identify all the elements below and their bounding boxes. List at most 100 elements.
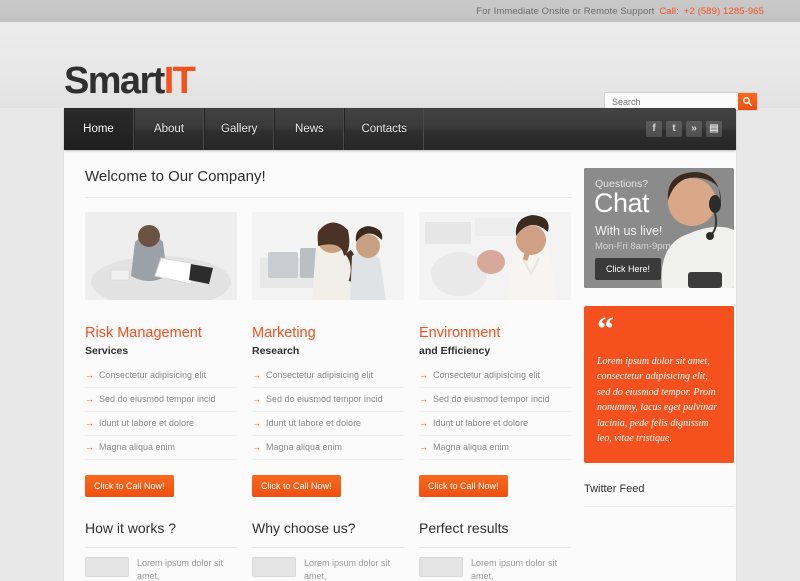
support-phone-number[interactable]: +2 (589) 1285-965 <box>684 6 764 17</box>
content-panel: Welcome to Our Company! Risk Management … <box>64 150 736 581</box>
twitter-feed-divider <box>584 505 734 507</box>
list-item: → Magna aliqua enim <box>85 442 237 460</box>
list-item-label: Magna aliqua enim <box>266 441 343 452</box>
bottom-section-title: How it works ? <box>85 519 177 536</box>
logo-accent-text: IT <box>163 60 196 102</box>
page-title: Welcome to Our Company! <box>85 168 266 185</box>
list-item: → Magna aliqua enim <box>252 442 404 460</box>
list-item-label: Sed do eiusmod tempor incid <box>266 393 383 404</box>
click-to-call-button[interactable]: Click to Call Now! <box>85 474 174 497</box>
service-subtitle: and Efficiency <box>419 344 491 357</box>
twitter-icon[interactable]: t <box>666 121 682 137</box>
rss-icon[interactable]: » <box>686 121 702 137</box>
quote-icon: “ <box>597 311 614 348</box>
arrow-icon: → <box>419 393 428 404</box>
service-title: Marketing <box>252 325 316 341</box>
list-item: → Idunt ut labore et dolore <box>419 418 571 436</box>
list-item: → Consectetur adipisicing elit <box>419 370 571 388</box>
arrow-icon: → <box>252 393 261 404</box>
bottom-section-title: Perfect results <box>419 519 509 536</box>
list-item-label: Sed do eiusmod tempor incid <box>99 393 216 404</box>
click-to-call-button[interactable]: Click to Call Now! <box>252 474 341 497</box>
service-image-risk-management <box>85 212 237 300</box>
main-content: Welcome to Our Company! Risk Management … <box>64 150 572 581</box>
site-header: SmartIT <box>0 22 800 111</box>
title-divider <box>85 197 572 198</box>
service-column-risk-management: Risk Management Services → Consectetur ad… <box>85 212 237 581</box>
service-image-environment <box>419 212 571 300</box>
nav-item-home[interactable]: Home <box>64 108 134 150</box>
nav-label: Home <box>83 123 114 135</box>
service-list: → Consectetur adipisicing elit → Sed do ei… <box>419 370 571 460</box>
arrow-icon: → <box>252 369 261 380</box>
bottom-section-text: Lorem ipsum dolor sit amet, <box>304 557 391 581</box>
bottom-section-row: Lorem ipsum dolor sit amet, <box>419 556 571 581</box>
arrow-icon: → <box>252 417 261 428</box>
nav-item-contacts[interactable]: Contacts <box>344 108 424 150</box>
bottom-section-row: Lorem ipsum dolor sit amet, <box>252 556 404 581</box>
list-item: → Idunt ut labore et dolore <box>85 418 237 436</box>
facebook-icon[interactable]: f <box>646 121 662 137</box>
chat-headline: Chat <box>594 188 650 218</box>
nav-item-about[interactable]: About <box>134 108 204 150</box>
service-title: Environment <box>419 325 501 341</box>
service-column-marketing: Marketing Research → Consectetur adipisic… <box>252 212 404 581</box>
search-icon <box>743 97 753 107</box>
digg-glyph: ▤ <box>709 123 719 134</box>
chat-click-here-button[interactable]: Click Here! <box>595 258 662 280</box>
bottom-divider <box>85 546 237 548</box>
list-item: → Idunt ut labore et dolore <box>252 418 404 436</box>
chat-hours: Mon-Fri 8am-9pm <box>595 241 671 252</box>
list-item: → Sed do eiusmod tempor incid <box>419 394 571 412</box>
service-title: Risk Management <box>85 325 202 341</box>
service-list: → Consectetur adipisicing elit → Sed do ei… <box>252 370 404 460</box>
arrow-icon: → <box>419 417 428 428</box>
list-item: → Sed do eiusmod tempor incid <box>85 394 237 412</box>
twitter-feed-title: Twitter Feed <box>584 482 645 495</box>
list-item-label: Idunt ut labore et dolore <box>266 417 362 428</box>
nav-item-news[interactable]: News <box>274 108 345 150</box>
service-subtitle: Services <box>85 344 129 357</box>
call-label: Call: <box>659 5 679 17</box>
service-image-marketing <box>252 212 404 300</box>
list-item-label: Idunt ut labore et dolore <box>433 417 529 428</box>
top-support-bar: For Immediate Onsite or Remote Support C… <box>0 0 800 22</box>
arrow-icon: → <box>85 393 94 404</box>
arrow-icon: → <box>85 441 94 452</box>
chat-widget[interactable]: Questions? Chat With us live! Mon-Fri 8a… <box>584 168 734 288</box>
click-to-call-button[interactable]: Click to Call Now! <box>419 474 508 497</box>
nav-label: News <box>295 123 324 135</box>
bottom-section-text: Lorem ipsum dolor sit amet, <box>137 557 224 581</box>
rss-glyph: » <box>691 123 697 134</box>
list-item-label: Consectetur adipisicing elit <box>433 369 541 380</box>
bottom-divider <box>419 546 571 548</box>
support-text: For Immediate Onsite or Remote Support <box>476 5 655 17</box>
list-item: → Sed do eiusmod tempor incid <box>252 394 404 412</box>
list-item: → Magna aliqua enim <box>419 442 571 460</box>
bottom-section-text: Lorem ipsum dolor sit amet, <box>471 557 558 581</box>
main-navigation: Home About Gallery News Contacts f t » ▤ <box>64 108 736 150</box>
logo-primary-text: Smart <box>64 60 165 102</box>
list-item: → Consectetur adipisicing elit <box>85 370 237 388</box>
bottom-thumbnail <box>85 556 129 577</box>
digg-icon[interactable]: ▤ <box>706 121 722 137</box>
search-button[interactable] <box>738 93 757 110</box>
sidebar: Questions? Chat With us live! Mon-Fri 8a… <box>572 150 736 581</box>
nav-item-gallery[interactable]: Gallery <box>204 108 275 150</box>
twitter-glyph: t <box>672 123 676 134</box>
nav-label: Gallery <box>221 123 258 135</box>
bottom-divider <box>252 546 404 548</box>
arrow-icon: → <box>419 369 428 380</box>
nav-label: Contacts <box>361 123 407 135</box>
bottom-thumbnail <box>252 556 296 577</box>
list-item-label: Sed do eiusmod tempor incid <box>433 393 550 404</box>
site-logo[interactable]: SmartIT <box>64 60 196 102</box>
list-item-label: Idunt ut labore et dolore <box>99 417 195 428</box>
social-links: f t » ▤ <box>646 108 736 150</box>
chat-subline: With us live! <box>595 224 663 238</box>
list-item: → Consectetur adipisicing elit <box>252 370 404 388</box>
page-root: For Immediate Onsite or Remote Support C… <box>0 0 800 581</box>
list-item-label: Consectetur adipisicing elit <box>266 369 374 380</box>
list-item-label: Consectetur adipisicing elit <box>99 369 207 380</box>
service-columns: Risk Management Services → Consectetur ad… <box>85 212 572 581</box>
